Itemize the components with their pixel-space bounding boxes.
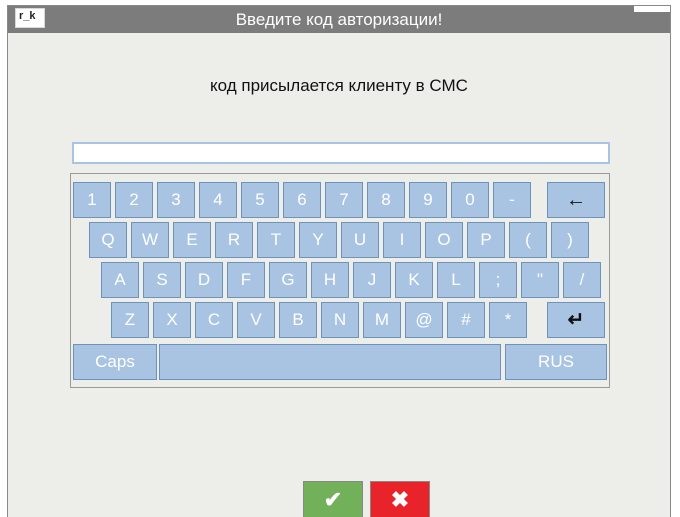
auth-code-input[interactable] <box>72 142 610 164</box>
backspace-key[interactable]: ← <box>547 182 605 218</box>
app-logo: r_k <box>15 8 45 28</box>
key-j[interactable]: J <box>353 262 391 298</box>
key-w[interactable]: W <box>131 222 169 258</box>
keyboard-row-bottom: Caps RUS <box>71 344 611 380</box>
action-buttons: ✔ ✖ <box>8 481 670 517</box>
key-b[interactable]: B <box>279 302 317 338</box>
keyboard-row-digits: 1 2 3 4 5 6 7 8 9 0 - ← <box>71 182 611 218</box>
confirm-button[interactable]: ✔ <box>303 481 363 517</box>
key-i[interactable]: I <box>383 222 421 258</box>
key-f[interactable]: F <box>227 262 265 298</box>
close-icon: ✖ <box>390 487 410 512</box>
key-4[interactable]: 4 <box>199 182 237 218</box>
key-3[interactable]: 3 <box>157 182 195 218</box>
key-o[interactable]: O <box>425 222 463 258</box>
key-hash[interactable]: # <box>447 302 485 338</box>
enter-key[interactable]: ↵ <box>547 302 605 338</box>
key-m[interactable]: M <box>363 302 401 338</box>
key-r[interactable]: R <box>215 222 253 258</box>
key-semicolon[interactable]: ; <box>479 262 517 298</box>
key-7[interactable]: 7 <box>325 182 363 218</box>
key-s[interactable]: S <box>143 262 181 298</box>
key-t[interactable]: T <box>257 222 295 258</box>
key-6[interactable]: 6 <box>283 182 321 218</box>
key-v[interactable]: V <box>237 302 275 338</box>
language-switch-key[interactable]: RUS <box>505 344 607 380</box>
key-d[interactable]: D <box>185 262 223 298</box>
key-slash[interactable]: / <box>563 262 601 298</box>
key-paren-open[interactable]: ( <box>509 222 547 258</box>
onscreen-keyboard: 1 2 3 4 5 6 7 8 9 0 - ← Q W E R T Y U I … <box>70 173 610 388</box>
key-z[interactable]: Z <box>111 302 149 338</box>
title-bar: r_k Введите код авторизации! <box>8 6 670 33</box>
check-icon: ✔ <box>323 487 343 512</box>
key-1[interactable]: 1 <box>73 182 111 218</box>
window-title: Введите код авторизации! <box>235 10 443 29</box>
key-k[interactable]: K <box>395 262 433 298</box>
caps-key[interactable]: Caps <box>73 344 157 380</box>
key-a[interactable]: A <box>101 262 139 298</box>
enter-return-icon: ↵ <box>567 309 585 331</box>
key-9[interactable]: 9 <box>409 182 447 218</box>
key-g[interactable]: G <box>269 262 307 298</box>
space-key[interactable] <box>159 344 501 380</box>
key-quote[interactable]: " <box>521 262 559 298</box>
key-8[interactable]: 8 <box>367 182 405 218</box>
key-minus[interactable]: - <box>493 182 531 218</box>
title-corner-decoration <box>634 6 670 12</box>
cancel-button[interactable]: ✖ <box>370 481 430 517</box>
key-asterisk[interactable]: * <box>489 302 527 338</box>
key-at[interactable]: @ <box>405 302 443 338</box>
backspace-arrow-icon: ← <box>566 189 586 211</box>
key-paren-close[interactable]: ) <box>551 222 589 258</box>
key-5[interactable]: 5 <box>241 182 279 218</box>
key-x[interactable]: X <box>153 302 191 338</box>
key-h[interactable]: H <box>311 262 349 298</box>
key-l[interactable]: L <box>437 262 475 298</box>
auth-code-window: r_k Введите код авторизации! код присыла… <box>7 5 671 517</box>
instruction-text: код присылается клиенту в СМС <box>210 76 468 95</box>
key-c[interactable]: C <box>195 302 233 338</box>
key-0[interactable]: 0 <box>451 182 489 218</box>
key-u[interactable]: U <box>341 222 379 258</box>
key-e[interactable]: E <box>173 222 211 258</box>
key-2[interactable]: 2 <box>115 182 153 218</box>
key-q[interactable]: Q <box>89 222 127 258</box>
key-n[interactable]: N <box>321 302 359 338</box>
key-p[interactable]: P <box>467 222 505 258</box>
key-y[interactable]: Y <box>299 222 337 258</box>
